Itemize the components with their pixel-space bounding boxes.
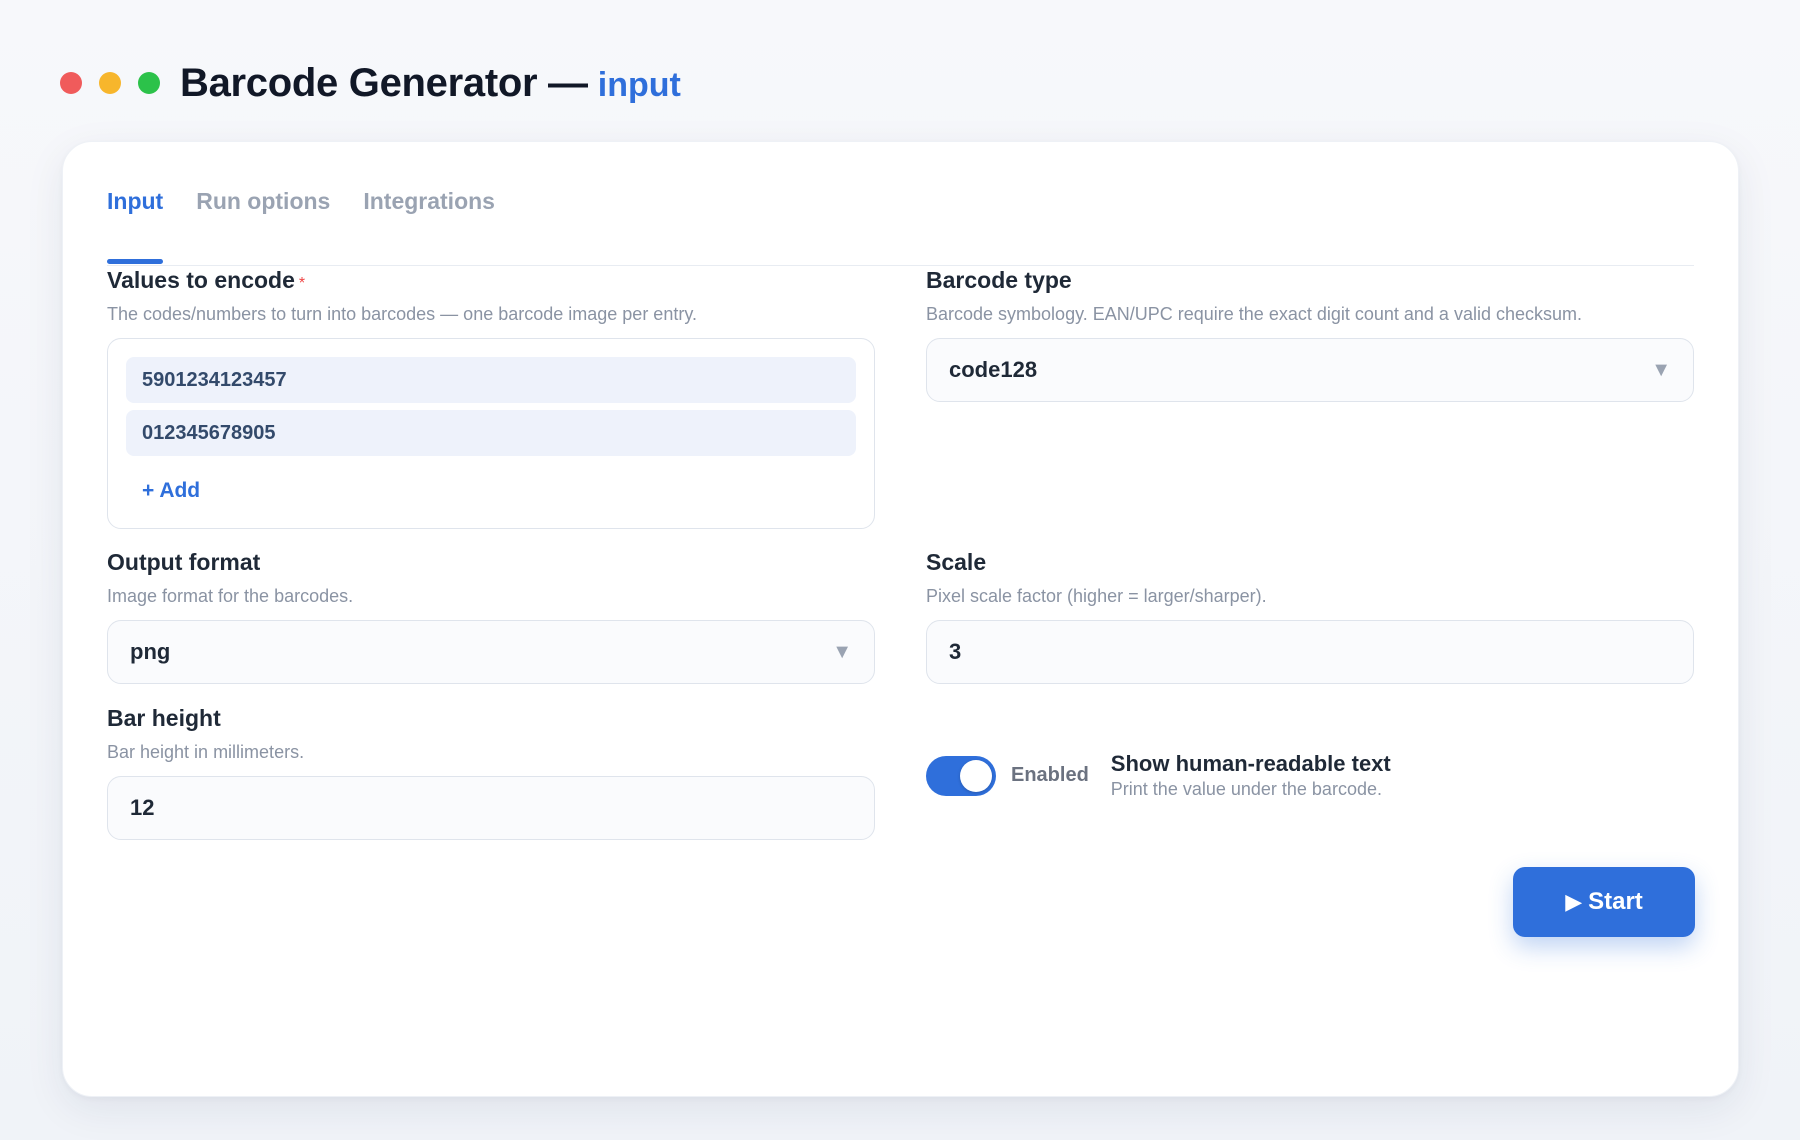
tab-integrations[interactable]: Integrations — [363, 176, 495, 264]
value-item[interactable]: 5901234123457 — [126, 357, 856, 403]
output-format-select[interactable]: png ▼ — [107, 620, 875, 684]
required-mark: * — [298, 275, 306, 292]
toggle-knob — [960, 759, 992, 792]
barcode-type-value: code128 — [949, 357, 1038, 382]
value-item[interactable]: 012345678905 — [126, 410, 856, 456]
tab-input[interactable]: Input — [107, 176, 164, 264]
play-icon: ▶ — [1565, 889, 1583, 914]
values-list: 5901234123457 012345678905 + Add — [107, 338, 875, 529]
output-format-label: Output format — [107, 549, 261, 575]
scale-label: Scale — [926, 549, 987, 575]
output-format-field: Output format Image format for the barco… — [107, 549, 875, 684]
start-label: Start — [1588, 888, 1643, 915]
start-button[interactable]: ▶ Start — [1513, 867, 1695, 937]
window-titlebar: Barcode Generator — input — [60, 58, 681, 108]
output-format-help: Image format for the barcodes. — [107, 586, 354, 606]
bar-height-help: Bar height in millimeters. — [107, 742, 305, 762]
bar-height-field: Bar height Bar height in millimeters. 12 — [107, 705, 875, 840]
output-format-value: png — [130, 639, 171, 664]
bar-height-label: Bar height — [107, 705, 221, 731]
tab-run-options[interactable]: Run options — [196, 176, 330, 264]
barcode-type-field: Barcode type Barcode symbology. EAN/UPC … — [926, 267, 1694, 402]
minimize-window-button[interactable] — [99, 72, 121, 94]
bar-height-input[interactable]: 12 — [107, 776, 875, 840]
app-title: Barcode Generator — — [180, 60, 588, 105]
values-help: The codes/numbers to turn into barcodes … — [107, 304, 697, 324]
human-readable-title: Show human-readable text — [1110, 751, 1391, 776]
barcode-type-help: Barcode symbology. EAN/UPC require the e… — [926, 304, 1582, 324]
barcode-type-select[interactable]: code128 ▼ — [926, 338, 1694, 402]
barcode-type-label: Barcode type — [926, 267, 1072, 293]
scale-help: Pixel scale factor (higher = larger/shar… — [926, 586, 1267, 606]
chevron-down-icon: ▼ — [1651, 358, 1671, 381]
human-readable-row: Enabled Show human-readable text Print t… — [926, 751, 1391, 800]
human-readable-help: Print the value under the barcode. — [1110, 779, 1382, 799]
chevron-down-icon: ▼ — [832, 640, 852, 663]
human-readable-toggle[interactable] — [926, 755, 996, 796]
human-readable-text: Show human-readable text Print the value… — [1111, 751, 1391, 800]
app-subtitle: input — [597, 65, 681, 104]
scale-input[interactable]: 3 — [926, 620, 1694, 684]
values-field: Values to encode * The codes/numbers to t… — [107, 267, 875, 529]
form-card: Input Run options Integrations Values to… — [62, 141, 1739, 1097]
toggle-state-label: Enabled — [1011, 764, 1089, 786]
maximize-window-button[interactable] — [138, 72, 160, 94]
values-label-row: Values to encode * — [107, 267, 875, 294]
close-window-button[interactable] — [60, 72, 82, 94]
add-value-button[interactable]: + Add — [126, 479, 200, 503]
values-label: Values to encode — [107, 267, 295, 293]
tab-bar: Input Run options Integrations — [107, 176, 1694, 266]
scale-field: Scale Pixel scale factor (higher = large… — [926, 549, 1694, 684]
